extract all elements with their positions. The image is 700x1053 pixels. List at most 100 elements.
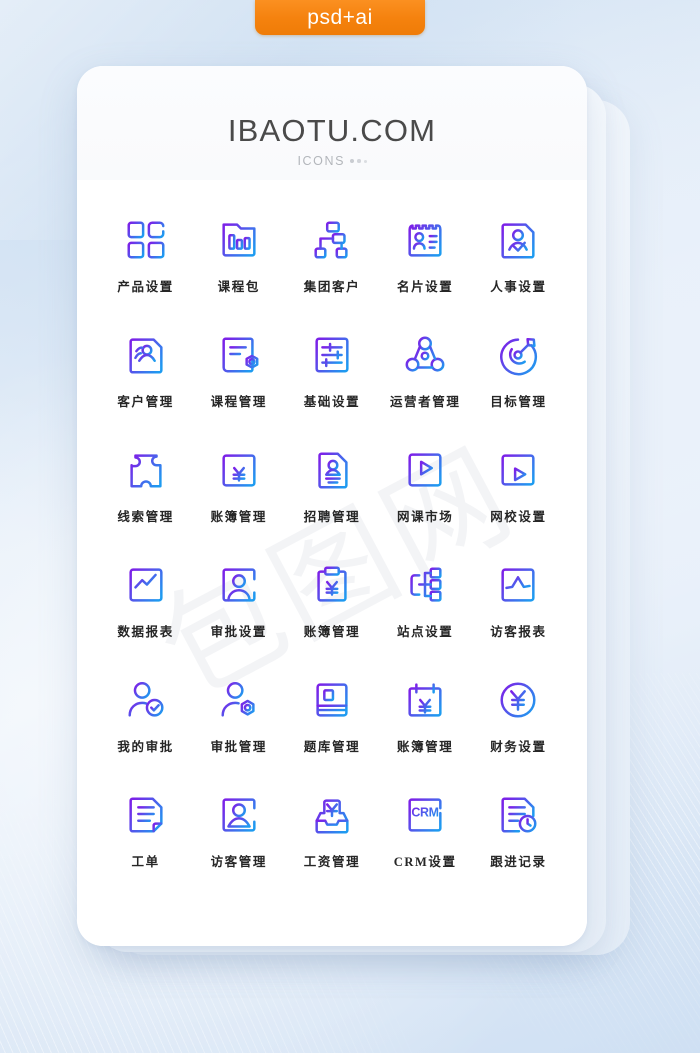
icon-label: 我的审批 bbox=[117, 740, 174, 754]
icon-cell[interactable]: 审批管理 bbox=[192, 666, 285, 781]
follow-up-record-icon[interactable] bbox=[494, 791, 542, 839]
svg-text:CRM: CRM bbox=[412, 805, 439, 819]
icon-cell[interactable]: 线索管理 bbox=[99, 436, 192, 551]
approval-management-icon[interactable] bbox=[215, 676, 263, 724]
ledger-management-icon[interactable] bbox=[215, 446, 263, 494]
icon-cell[interactable]: 账簿管理 bbox=[379, 666, 472, 781]
visitor-report-icon[interactable] bbox=[494, 561, 542, 609]
operator-management-icon[interactable] bbox=[401, 331, 449, 379]
icon-label: 访客管理 bbox=[210, 855, 267, 869]
card-body: 包图网 产品设置 课程包 集团客户 名片设置 人事设置 客户管理 课程管理 基础设置 运营者管理… bbox=[77, 180, 587, 946]
ledger-calendar-icon[interactable] bbox=[401, 676, 449, 724]
work-order-icon[interactable] bbox=[122, 791, 170, 839]
icon-cell[interactable]: 审批设置 bbox=[192, 551, 285, 666]
icon-cell[interactable]: 题库管理 bbox=[285, 666, 378, 781]
salary-management-icon[interactable] bbox=[308, 791, 356, 839]
icon-set-card: IBAOTU.COM ICONS 包图网 产品设置 课程包 集团客户 名片设置 人事设置… bbox=[77, 66, 587, 946]
icon-label: 名片设置 bbox=[396, 280, 454, 294]
icon-label: 人事设置 bbox=[490, 280, 547, 294]
icon-cell[interactable]: 客户管理 bbox=[99, 321, 192, 436]
product-settings-icon[interactable] bbox=[122, 216, 170, 264]
format-badge-label: psd+ai bbox=[307, 5, 373, 29]
finance-settings-icon[interactable] bbox=[494, 676, 542, 724]
icon-cell[interactable]: 目标管理 bbox=[472, 321, 565, 436]
icon-label: 课程包 bbox=[217, 280, 260, 294]
icon-cell[interactable]: 课程包 bbox=[192, 206, 285, 321]
icon-label: 数据报表 bbox=[117, 625, 174, 639]
icon-cell[interactable]: 我的审批 bbox=[99, 666, 192, 781]
icon-label: 招聘管理 bbox=[303, 510, 361, 524]
format-badge: psd+ai bbox=[255, 0, 425, 35]
icon-cell[interactable]: 网课市场 bbox=[379, 436, 472, 551]
icon-cell[interactable]: 名片设置 bbox=[379, 206, 472, 321]
hr-settings-icon[interactable] bbox=[494, 216, 542, 264]
card-header: IBAOTU.COM ICONS bbox=[77, 66, 587, 180]
icon-cell[interactable]: 财务设置 bbox=[472, 666, 565, 781]
approval-settings-icon[interactable] bbox=[215, 561, 263, 609]
icon-label: 网课市场 bbox=[396, 510, 454, 524]
icon-label: 审批管理 bbox=[210, 740, 267, 754]
icon-cell[interactable]: 访客管理 bbox=[192, 781, 285, 896]
icon-label: 账簿管理 bbox=[303, 625, 361, 639]
course-management-icon[interactable] bbox=[215, 331, 263, 379]
group-customer-icon[interactable] bbox=[308, 216, 356, 264]
icon-label: CRM设置 bbox=[393, 855, 457, 869]
customer-management-icon[interactable] bbox=[122, 331, 170, 379]
icon-grid: 产品设置 课程包 集团客户 名片设置 人事设置客户管理 课程管理 基础设置 运营者管理 目标管理… bbox=[99, 206, 565, 896]
icon-label: 访客报表 bbox=[490, 625, 547, 639]
icon-cell[interactable]: 工资管理 bbox=[285, 781, 378, 896]
icon-label: 网校设置 bbox=[490, 510, 547, 524]
icon-cell[interactable]: 招聘管理 bbox=[285, 436, 378, 551]
card-subtitle-group: ICONS bbox=[297, 154, 367, 168]
icon-label: 运营者管理 bbox=[389, 395, 461, 409]
icon-label: 基础设置 bbox=[303, 395, 361, 409]
icon-label: 账簿管理 bbox=[396, 740, 454, 754]
icon-cell[interactable]: 运营者管理 bbox=[379, 321, 472, 436]
icon-label: 题库管理 bbox=[303, 740, 361, 754]
ledger-clipboard-icon[interactable] bbox=[308, 561, 356, 609]
online-course-market-icon[interactable] bbox=[401, 446, 449, 494]
icon-label: 跟进记录 bbox=[490, 855, 547, 869]
icon-cell[interactable]: 网校设置 bbox=[472, 436, 565, 551]
icon-label: 课程管理 bbox=[210, 395, 267, 409]
course-package-icon[interactable] bbox=[215, 216, 263, 264]
icon-label: 产品设置 bbox=[117, 280, 174, 294]
card-subtitle: ICONS bbox=[297, 154, 346, 168]
icon-cell[interactable]: 产品设置 bbox=[99, 206, 192, 321]
icon-label: 审批设置 bbox=[210, 625, 267, 639]
lead-management-icon[interactable] bbox=[122, 446, 170, 494]
icon-label: 集团客户 bbox=[303, 280, 361, 294]
icon-cell[interactable]: 数据报表 bbox=[99, 551, 192, 666]
data-report-icon[interactable] bbox=[122, 561, 170, 609]
icon-label: 目标管理 bbox=[490, 395, 547, 409]
visitor-management-icon[interactable] bbox=[215, 791, 263, 839]
icon-cell[interactable]: 集团客户 bbox=[285, 206, 378, 321]
icon-cell[interactable]: CRM CRM设置 bbox=[379, 781, 472, 896]
subtitle-dots-icon bbox=[350, 159, 367, 163]
icon-label: 财务设置 bbox=[490, 740, 547, 754]
icon-label: 站点设置 bbox=[396, 625, 454, 639]
icon-cell[interactable]: 课程管理 bbox=[192, 321, 285, 436]
crm-settings-icon[interactable]: CRM bbox=[401, 791, 449, 839]
icon-cell[interactable]: 人事设置 bbox=[472, 206, 565, 321]
icon-label: 工资管理 bbox=[303, 855, 361, 869]
icon-label: 线索管理 bbox=[117, 510, 174, 524]
online-school-settings-icon[interactable] bbox=[494, 446, 542, 494]
question-bank-icon[interactable] bbox=[308, 676, 356, 724]
business-card-settings-icon[interactable] bbox=[401, 216, 449, 264]
target-management-icon[interactable] bbox=[494, 331, 542, 379]
basic-settings-icon[interactable] bbox=[308, 331, 356, 379]
recruitment-management-icon[interactable] bbox=[308, 446, 356, 494]
site-settings-icon[interactable] bbox=[401, 561, 449, 609]
icon-label: 工单 bbox=[131, 855, 160, 869]
icon-cell[interactable]: 跟进记录 bbox=[472, 781, 565, 896]
icon-cell[interactable]: 访客报表 bbox=[472, 551, 565, 666]
my-approval-icon[interactable] bbox=[122, 676, 170, 724]
icon-cell[interactable]: 账簿管理 bbox=[192, 436, 285, 551]
icon-cell[interactable]: 站点设置 bbox=[379, 551, 472, 666]
icon-cell[interactable]: 基础设置 bbox=[285, 321, 378, 436]
page-title: IBAOTU.COM bbox=[227, 113, 437, 148]
icon-cell[interactable]: 账簿管理 bbox=[285, 551, 378, 666]
icon-cell[interactable]: 工单 bbox=[99, 781, 192, 896]
icon-label: 客户管理 bbox=[117, 395, 174, 409]
